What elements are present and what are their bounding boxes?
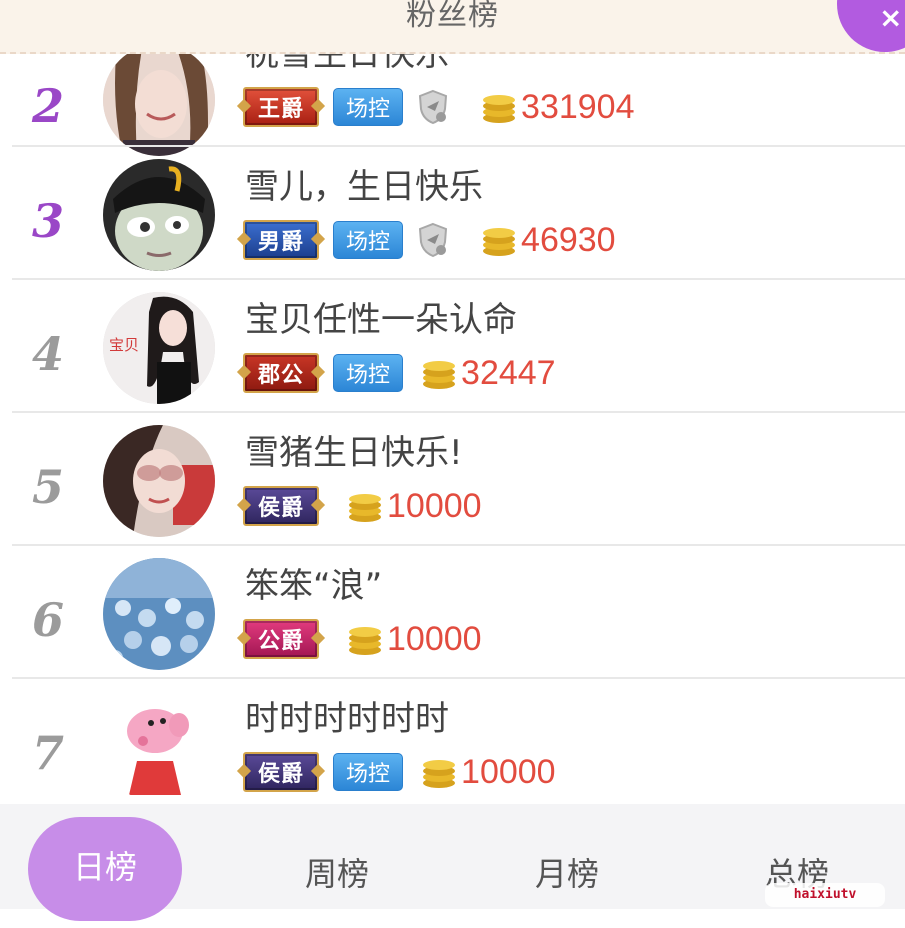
rank-number: 6 [31, 593, 64, 647]
tab-daily[interactable]: 日榜 [28, 817, 182, 921]
list-item[interactable]: 2 祝雪生日快乐 王爵 场控 331904 [0, 54, 905, 156]
user-name: 笨笨“浪” [245, 566, 383, 606]
title-badge: 王爵 [243, 87, 320, 127]
avatar[interactable]: 宝贝 [103, 292, 215, 404]
control-badge: 场控 [333, 221, 404, 259]
coin-icon [483, 228, 516, 256]
coin-count: 32447 [461, 353, 556, 392]
shield-icon [418, 89, 448, 125]
coin-count: 10000 [387, 486, 482, 525]
badge-row: 男爵 场控 46930 [243, 217, 616, 263]
title-badge: 郡公 [243, 353, 320, 393]
title-badge: 公爵 [243, 619, 320, 659]
list-item[interactable]: 7 时时时时时时 侯爵 场控 10000 [0, 679, 905, 804]
badge-row: 王爵 场控 331904 [243, 84, 635, 130]
user-name: 时时时时时时 [245, 699, 449, 739]
badge-row: 侯爵 10000 [243, 483, 482, 529]
user-name: 雪猪生日快乐! [245, 433, 463, 473]
coin-icon [423, 760, 456, 788]
close-button[interactable]: × [837, 0, 905, 52]
tab-total[interactable]: 总榜 [722, 824, 872, 928]
close-icon: × [879, 1, 903, 34]
avatar-image [103, 691, 215, 803]
coin-count: 331904 [521, 87, 635, 126]
rank-number: 7 [31, 726, 64, 780]
tab-monthly[interactable]: 月榜 [492, 824, 642, 928]
badge-row: 郡公 场控 32447 [243, 350, 556, 396]
title-badge: 男爵 [243, 220, 320, 260]
coin-icon [349, 627, 382, 655]
avatar[interactable] [103, 691, 215, 803]
fan-ranking-list: 2 祝雪生日快乐 王爵 场控 331904 3 雪儿，生日快乐 男爵 场控 46… [0, 54, 905, 804]
avatar[interactable] [103, 159, 215, 271]
badge-row: 公爵 10000 [243, 616, 482, 662]
control-badge: 场控 [333, 354, 404, 392]
coin-icon [349, 494, 382, 522]
coin-icon [483, 95, 516, 123]
user-name: 祝雪生日快乐 [245, 54, 449, 74]
avatar-text: 宝贝 [109, 336, 139, 354]
user-name: 宝贝任性一朵认命 [245, 300, 517, 340]
page-title: 粉丝榜 [406, 0, 499, 33]
avatar[interactable] [103, 425, 215, 537]
header-bar: 粉丝榜 × [0, 0, 905, 54]
control-badge: 场控 [333, 88, 404, 126]
control-badge: 场控 [333, 753, 404, 791]
list-item[interactable]: 5 雪猪生日快乐! 侯爵 10000 [0, 413, 905, 546]
avatar-image [103, 558, 215, 670]
avatar-image: 宝贝 [103, 292, 215, 404]
rank-number: 5 [31, 460, 64, 514]
coin-icon [423, 361, 456, 389]
shield-icon [418, 222, 448, 258]
list-item[interactable]: 4 宝贝 宝贝任性一朵认命 郡公 场控 32447 [0, 280, 905, 413]
coin-count: 10000 [387, 619, 482, 658]
avatar-image [103, 425, 215, 537]
tab-weekly[interactable]: 周榜 [262, 824, 412, 928]
coin-count: 10000 [461, 752, 556, 791]
title-badge: 侯爵 [243, 752, 320, 792]
badge-row: 侯爵 场控 10000 [243, 749, 556, 795]
tab-bar: 日榜 周榜 月榜 总榜 haixiutv [0, 804, 905, 921]
rank-number: 3 [31, 194, 64, 248]
watermark: haixiutv [765, 883, 885, 907]
user-name: 雪儿，生日快乐 [245, 167, 483, 207]
coin-count: 46930 [521, 220, 616, 259]
avatar[interactable] [103, 558, 215, 670]
list-item[interactable]: 6 笨笨“浪” 公爵 10000 [0, 546, 905, 679]
avatar-image [103, 159, 215, 271]
avatar[interactable] [103, 54, 215, 156]
rank-number: 4 [31, 327, 64, 381]
list-item[interactable]: 3 雪儿，生日快乐 男爵 场控 46930 [0, 147, 905, 280]
title-badge: 侯爵 [243, 486, 320, 526]
rank-number: 2 [31, 79, 64, 133]
avatar-image [103, 54, 215, 156]
